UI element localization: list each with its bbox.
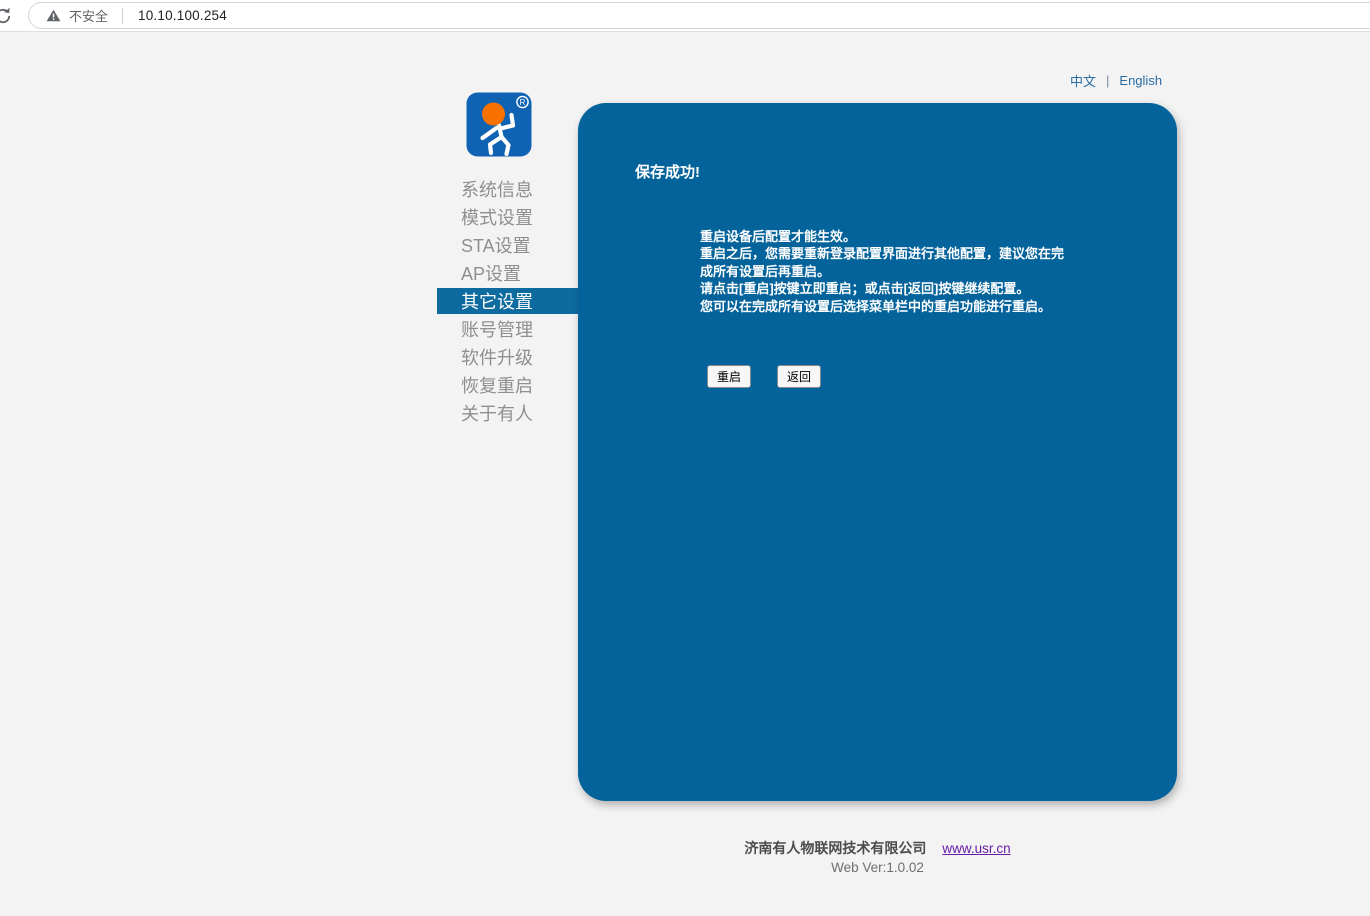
reload-icon[interactable] <box>0 6 13 26</box>
panel-button-row: 重启 返回 <box>707 365 821 388</box>
language-separator: | <box>1106 73 1109 88</box>
usr-website-link[interactable]: www.usr.cn <box>942 841 1010 856</box>
back-button[interactable]: 返回 <box>777 365 821 388</box>
save-success-heading: 保存成功! <box>635 161 700 182</box>
sidebar-item-restore-restart[interactable]: 恢复重启 <box>437 372 578 398</box>
instruction-line: 您可以在完成所有设置后选择菜单栏中的重启功能进行重启。 <box>700 298 1090 315</box>
sidebar-item-sta-settings[interactable]: STA设置 <box>437 232 578 258</box>
restart-button[interactable]: 重启 <box>707 365 751 388</box>
sidebar-item-account-mgmt[interactable]: 账号管理 <box>437 316 578 342</box>
language-chinese-link[interactable]: 中文 <box>1070 71 1096 90</box>
instruction-line: 成所有设置后再重启。 <box>700 263 1090 280</box>
sidebar-item-about-usr[interactable]: 关于有人 <box>437 400 578 426</box>
address-bar[interactable]: 不安全 10.10.100.254 <box>28 2 1370 29</box>
language-selector: 中文 | English <box>1070 71 1162 90</box>
company-name: 济南有人物联网技术有限公司 <box>744 840 926 856</box>
usr-iot-logo: R <box>466 92 532 158</box>
sidebar-item-other-settings[interactable]: 其它设置 <box>437 288 578 314</box>
sidebar-item-firmware-upgrade[interactable]: 软件升级 <box>437 344 578 370</box>
instruction-line: 重启之后，您需要重新登录配置界面进行其他配置，建议您在完 <box>700 245 1090 262</box>
sidebar-item-system-info[interactable]: 系统信息 <box>437 176 578 202</box>
sidebar-item-ap-settings[interactable]: AP设置 <box>437 260 578 286</box>
sidebar-item-mode-settings[interactable]: 模式设置 <box>437 204 578 230</box>
browser-toolbar: 不安全 10.10.100.254 <box>0 0 1370 32</box>
address-bar-divider <box>122 8 123 24</box>
content-panel: 保存成功! 重启设备后配置才能生效。 重启之后，您需要重新登录配置界面进行其他配… <box>578 103 1177 801</box>
url-text[interactable]: 10.10.100.254 <box>138 8 227 23</box>
restart-instructions: 重启设备后配置才能生效。 重启之后，您需要重新登录配置界面进行其他配置，建议您在… <box>700 228 1090 315</box>
web-version: Web Ver:1.0.02 <box>578 860 1177 875</box>
instruction-line: 重启设备后配置才能生效。 <box>700 228 1090 245</box>
sidebar-menu: 系统信息 模式设置 STA设置 AP设置 其它设置 账号管理 软件升级 恢复重启… <box>437 174 578 428</box>
svg-text:R: R <box>520 98 526 107</box>
security-label[interactable]: 不安全 <box>69 6 108 25</box>
language-english-link[interactable]: English <box>1119 73 1162 88</box>
page-footer: 济南有人物联网技术有限公司 www.usr.cn Web Ver:1.0.02 <box>578 838 1177 875</box>
instruction-line: 请点击[重启]按键立即重启；或点击[返回]按键继续配置。 <box>700 280 1090 297</box>
not-secure-warning-icon[interactable] <box>46 9 61 22</box>
